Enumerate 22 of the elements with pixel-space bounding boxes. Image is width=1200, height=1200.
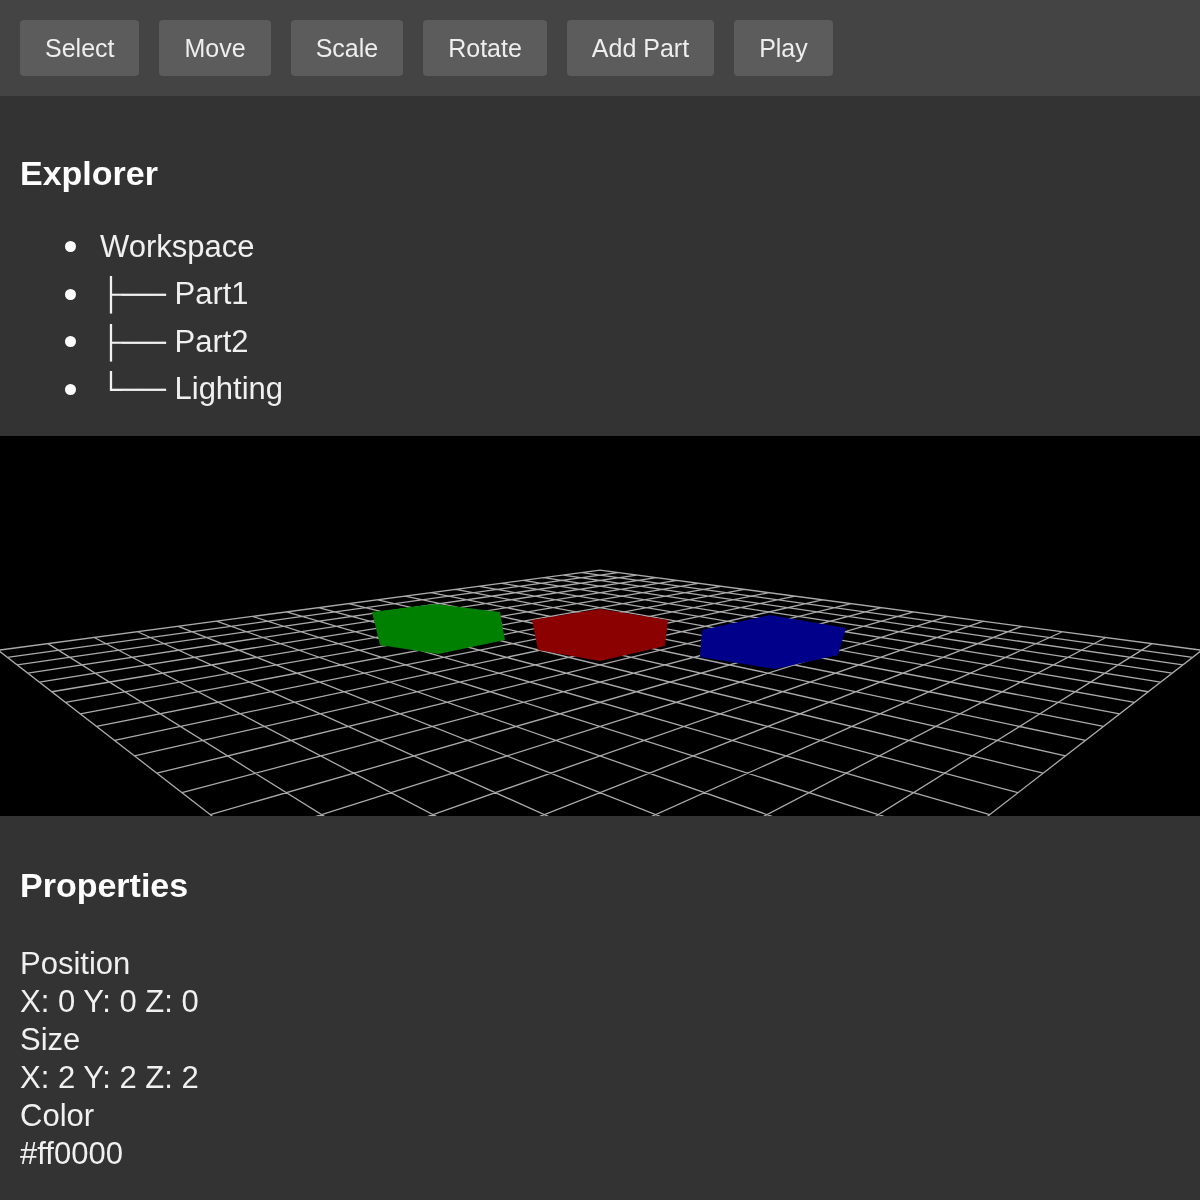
property-value: X: 2 Y: 2 Z: 2 <box>20 1059 200 1097</box>
property-value: X: 0 Y: 0 Z: 0 <box>20 983 200 1021</box>
toolbar-button[interactable]: Move <box>159 20 271 76</box>
tree-item[interactable]: ├── Part2 <box>100 323 249 360</box>
panel-title: Properties <box>20 866 190 905</box>
toolbar-button[interactable]: Rotate <box>423 20 547 76</box>
tree-item[interactable]: Workspace <box>100 228 255 265</box>
bullet-icon <box>65 383 76 395</box>
property-value: #ff0000 <box>20 1135 124 1173</box>
bullet-icon <box>65 336 76 348</box>
property-label: Position <box>20 945 132 983</box>
property-label: Size <box>20 1021 82 1059</box>
toolbar-button[interactable]: Play <box>734 20 833 76</box>
tree-item[interactable]: ├── Part1 <box>100 276 249 313</box>
bullet-icon <box>65 241 76 253</box>
bullet-icon <box>65 288 76 300</box>
toolbar-button[interactable]: Select <box>20 20 140 76</box>
toolbar-button[interactable]: Scale <box>290 20 404 76</box>
tree-item[interactable]: └── Lighting <box>100 371 284 408</box>
toolbar-button[interactable]: Add Part <box>566 20 715 76</box>
property-label: Color <box>20 1097 96 1135</box>
panel-title: Explorer <box>20 154 159 193</box>
